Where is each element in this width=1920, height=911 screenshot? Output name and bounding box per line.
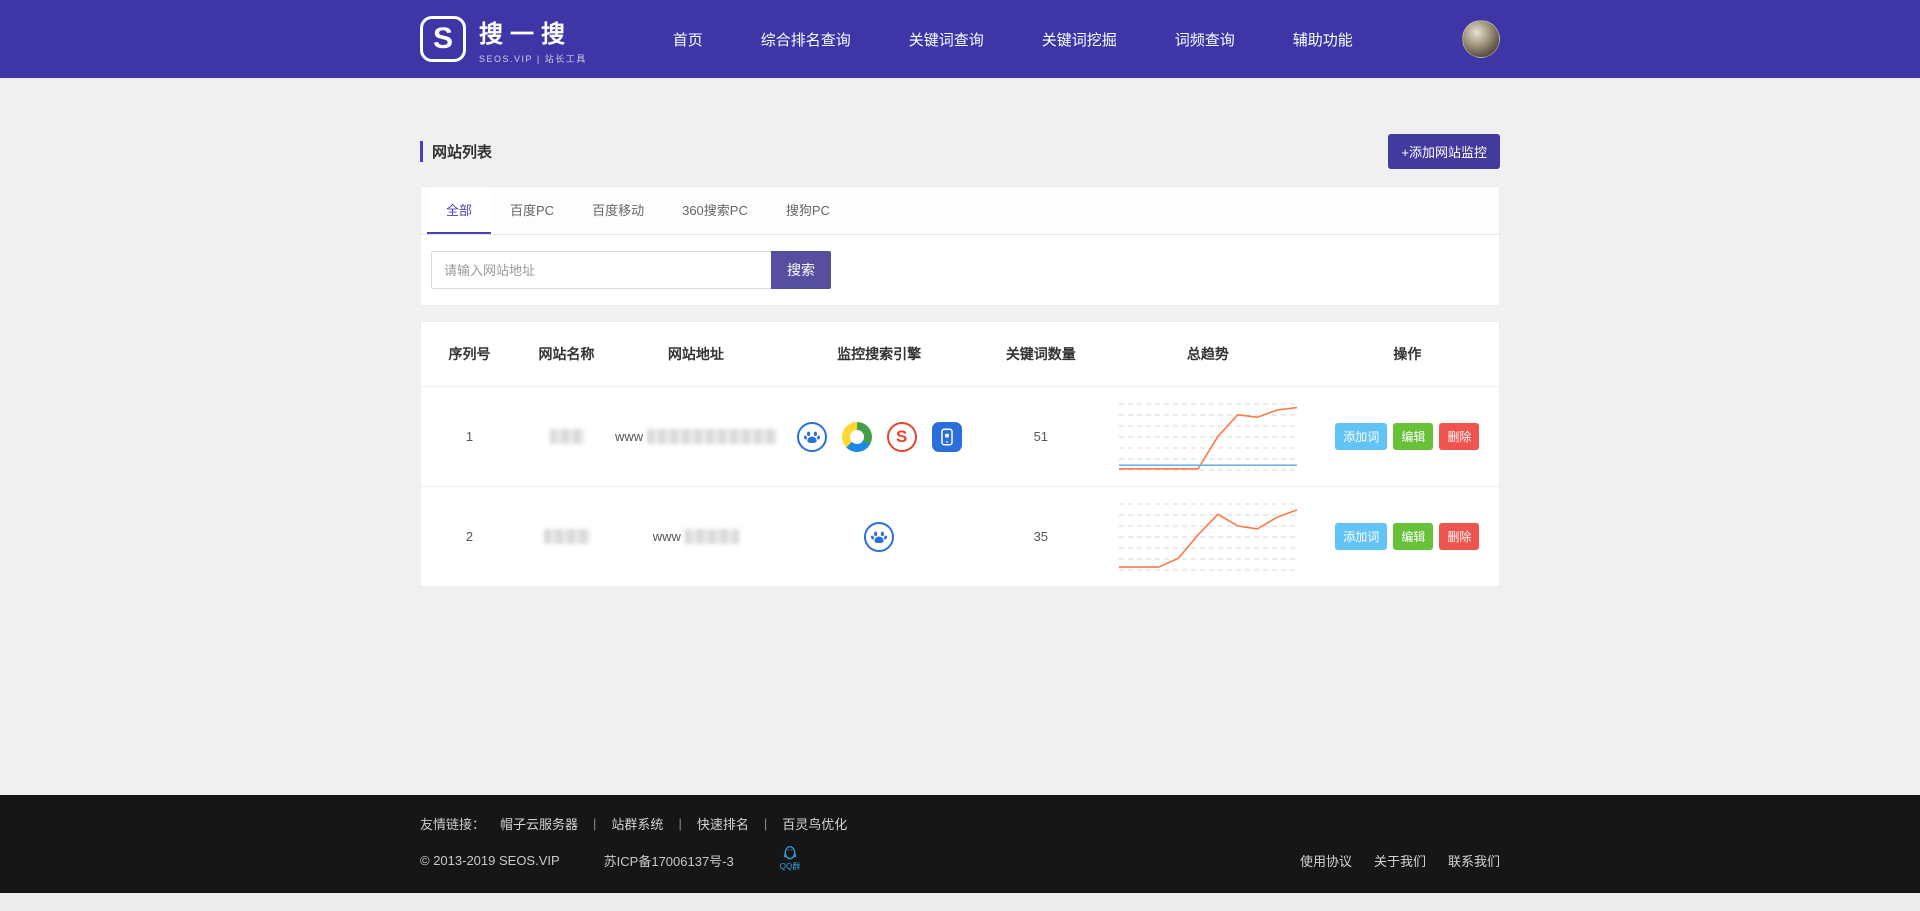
engine-tabs: 全部 百度PC 百度移动 360搜索PC 搜狗PC (421, 187, 1499, 235)
add-word-button[interactable]: 添加词 (1335, 523, 1387, 550)
header-actions: 操作 (1316, 344, 1499, 364)
row-index: 1 (421, 429, 518, 444)
site-table: 序列号 网站名称 网站地址 监控搜索引擎 关键词数量 总趋势 操作 1 www (420, 321, 1500, 587)
table-row: 2 www (421, 486, 1499, 586)
site-url-prefix: www (653, 529, 681, 544)
engine-icons (777, 521, 982, 553)
row-index: 2 (421, 529, 518, 544)
nav-item-keyword-mining[interactable]: 关键词挖掘 (1042, 29, 1117, 50)
tab-360-pc[interactable]: 360搜索PC (663, 187, 767, 234)
copyright-text: © 2013-2019 SEOS.VIP (420, 853, 560, 868)
page-title: 网站列表 (420, 141, 492, 162)
site-url-redacted (647, 429, 777, 444)
brand[interactable]: S 搜一搜 SEOS.VIP | 站长工具 (420, 14, 587, 65)
header-trend: 总趋势 (1100, 344, 1316, 364)
nav-item-home[interactable]: 首页 (673, 29, 703, 50)
tab-sogou-pc[interactable]: 搜狗PC (767, 187, 849, 234)
baidu-pc-icon (863, 521, 895, 553)
table-header-row: 序列号 网站名称 网站地址 监控搜索引擎 关键词数量 总趋势 操作 (421, 322, 1499, 386)
link-separator: | (593, 816, 596, 831)
header-engines: 监控搜索引擎 (777, 344, 982, 364)
tab-baidu-mobile[interactable]: 百度移动 (573, 187, 663, 234)
row-actions: 添加词 编辑 删除 (1316, 423, 1499, 450)
footer: 友情链接： 帽子云服务器 | 站群系统 | 快速排名 | 百灵鸟优化 © 201… (0, 795, 1920, 893)
edit-button[interactable]: 编辑 (1393, 423, 1433, 450)
main-nav: 首页 综合排名查询 关键词查询 关键词挖掘 词频查询 辅助功能 (673, 29, 1353, 50)
brand-title: 搜一搜 (479, 14, 587, 49)
engine-icons: S (777, 421, 982, 453)
header-site-name: 网站名称 (518, 344, 615, 364)
footer-link-contact[interactable]: 联系我们 (1448, 851, 1500, 870)
filter-card: 全部 百度PC 百度移动 360搜索PC 搜狗PC 搜索 (420, 186, 1500, 306)
add-site-monitor-button[interactable]: +添加网站监控 (1388, 134, 1500, 169)
site-url-redacted (685, 529, 739, 544)
site-name-redacted (544, 529, 590, 544)
link-separator: | (764, 816, 767, 831)
logo-icon: S (420, 16, 466, 62)
brand-subtitle: SEOS.VIP | 站长工具 (479, 52, 587, 65)
header-index: 序列号 (421, 344, 518, 364)
qq-icon (782, 844, 798, 860)
360-search-icon (841, 421, 873, 453)
site-name-redacted (550, 429, 584, 444)
nav-item-keyword-query[interactable]: 关键词查询 (909, 29, 984, 50)
tab-all[interactable]: 全部 (427, 187, 491, 234)
nav-item-word-frequency[interactable]: 词频查询 (1175, 29, 1235, 50)
friend-links-label: 友情链接： (420, 814, 485, 833)
row-actions: 添加词 编辑 删除 (1316, 523, 1499, 550)
user-avatar[interactable] (1462, 20, 1500, 58)
nav-item-tools[interactable]: 辅助功能 (1293, 29, 1353, 50)
qq-group-label: QQ群 (780, 861, 800, 872)
bottom-strip (0, 893, 1920, 911)
qq-group-link[interactable]: QQ群 (780, 844, 800, 872)
trend-chart (1119, 500, 1297, 574)
footer-link-bailingniao[interactable]: 百灵鸟优化 (782, 814, 847, 833)
site-url-prefix: www (615, 429, 643, 444)
nav-item-rank-query[interactable]: 综合排名查询 (761, 29, 851, 50)
search-button[interactable]: 搜索 (771, 251, 831, 289)
icp-number: 苏ICP备17006137号-3 (604, 851, 734, 870)
delete-button[interactable]: 删除 (1439, 523, 1479, 550)
trend-chart (1119, 400, 1297, 474)
main-content: 网站列表 +添加网站监控 全部 百度PC 百度移动 360搜索PC 搜狗PC 搜… (0, 78, 1920, 795)
add-word-button[interactable]: 添加词 (1335, 423, 1387, 450)
table-row: 1 www (421, 386, 1499, 486)
sogou-icon: S (886, 421, 918, 453)
header-site-url: 网站地址 (615, 344, 777, 364)
footer-link-kuaisu-paiming[interactable]: 快速排名 (697, 814, 749, 833)
footer-link-maozi-cloud[interactable]: 帽子云服务器 (500, 814, 578, 833)
navbar: S 搜一搜 SEOS.VIP | 站长工具 首页 综合排名查询 关键词查询 关键… (0, 0, 1920, 78)
edit-button[interactable]: 编辑 (1393, 523, 1433, 550)
header-keyword-count: 关键词数量 (982, 344, 1101, 364)
baidu-mobile-icon (931, 421, 963, 453)
keyword-count: 35 (982, 529, 1101, 544)
site-search-input[interactable] (431, 251, 771, 289)
footer-link-about[interactable]: 关于我们 (1374, 851, 1426, 870)
footer-link-zhanqun[interactable]: 站群系统 (611, 814, 663, 833)
footer-link-terms[interactable]: 使用协议 (1300, 851, 1352, 870)
tab-baidu-pc[interactable]: 百度PC (491, 187, 573, 234)
keyword-count: 51 (982, 429, 1101, 444)
baidu-pc-icon (796, 421, 828, 453)
delete-button[interactable]: 删除 (1439, 423, 1479, 450)
link-separator: | (678, 816, 681, 831)
